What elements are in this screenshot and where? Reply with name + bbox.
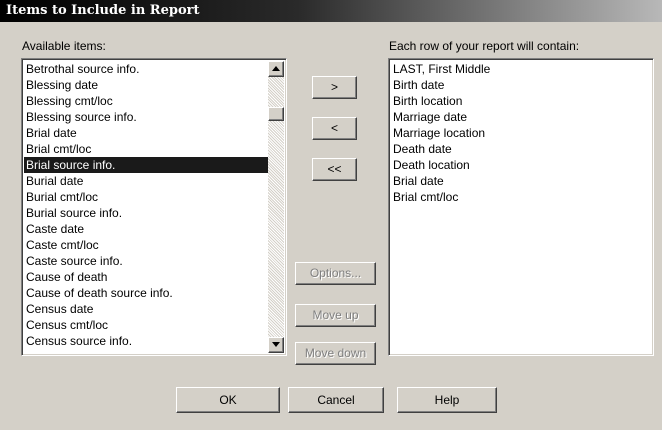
available-list-item[interactable]: Census date <box>24 301 268 317</box>
report-list-item[interactable]: LAST, First Middle <box>391 61 651 77</box>
arrow-down-icon <box>272 342 280 347</box>
title-bar: Items to Include in Report <box>0 0 662 22</box>
help-button[interactable]: Help <box>397 387 497 413</box>
available-list-item[interactable]: Caste source info. <box>24 253 268 269</box>
available-items-scrollbar[interactable] <box>268 61 284 353</box>
available-items-list[interactable]: Betrothal source info. Blessing date Bless… <box>21 58 287 356</box>
available-items-label: Available items: <box>22 39 106 53</box>
available-list-item[interactable]: Brial source info. <box>24 157 268 173</box>
report-list-item[interactable]: Marriage location <box>391 125 651 141</box>
available-list-item[interactable]: Brial cmt/loc <box>24 141 268 157</box>
report-items-list[interactable]: LAST, First Middle Birth date Birth locati… <box>388 58 654 356</box>
available-list-item[interactable]: Caste cmt/loc <box>24 237 268 253</box>
report-list-item[interactable]: Death location <box>391 157 651 173</box>
report-list-item[interactable]: Marriage date <box>391 109 651 125</box>
move-up-button[interactable]: Move up <box>295 304 376 327</box>
arrow-up-icon <box>272 66 280 71</box>
report-list-item[interactable]: Birth location <box>391 93 651 109</box>
cancel-button[interactable]: Cancel <box>288 387 384 413</box>
report-items-label: Each row of your report will contain: <box>389 39 580 53</box>
remove-item-button[interactable]: < <box>312 117 357 140</box>
report-list-item[interactable]: Brial date <box>391 173 651 189</box>
available-list-item[interactable]: Burial source info. <box>24 205 268 221</box>
options-button[interactable]: Options... <box>295 262 376 285</box>
remove-all-button[interactable]: << <box>312 158 357 181</box>
available-list-item[interactable]: Burial cmt/loc <box>24 189 268 205</box>
report-items-container: LAST, First Middle Birth date Birth locati… <box>391 61 651 205</box>
available-list-item[interactable]: Census cmt/loc <box>24 317 268 333</box>
scroll-thumb[interactable] <box>268 107 284 121</box>
report-list-item[interactable]: Brial cmt/loc <box>391 189 651 205</box>
available-list-item[interactable]: Cause of death <box>24 269 268 285</box>
available-list-item[interactable]: Burial date <box>24 173 268 189</box>
scroll-down-button[interactable] <box>268 337 284 353</box>
ok-button[interactable]: OK <box>176 387 280 413</box>
available-list-item[interactable]: Betrothal source info. <box>24 61 268 77</box>
move-down-button[interactable]: Move down <box>295 342 376 365</box>
available-items-container: Betrothal source info. Blessing date Bless… <box>24 61 268 349</box>
scroll-up-button[interactable] <box>268 61 284 77</box>
report-list-item[interactable]: Death date <box>391 141 651 157</box>
available-list-item[interactable]: Blessing date <box>24 77 268 93</box>
items-to-include-dialog: Items to Include in Report Available ite… <box>0 0 662 430</box>
available-list-item[interactable]: Brial date <box>24 125 268 141</box>
report-list-item[interactable]: Birth date <box>391 77 651 93</box>
available-list-item[interactable]: Caste date <box>24 221 268 237</box>
available-list-item[interactable]: Blessing cmt/loc <box>24 93 268 109</box>
available-list-item[interactable]: Census source info. <box>24 333 268 349</box>
add-item-button[interactable]: > <box>312 76 357 99</box>
available-list-item[interactable]: Blessing source info. <box>24 109 268 125</box>
available-list-item[interactable]: Cause of death source info. <box>24 285 268 301</box>
